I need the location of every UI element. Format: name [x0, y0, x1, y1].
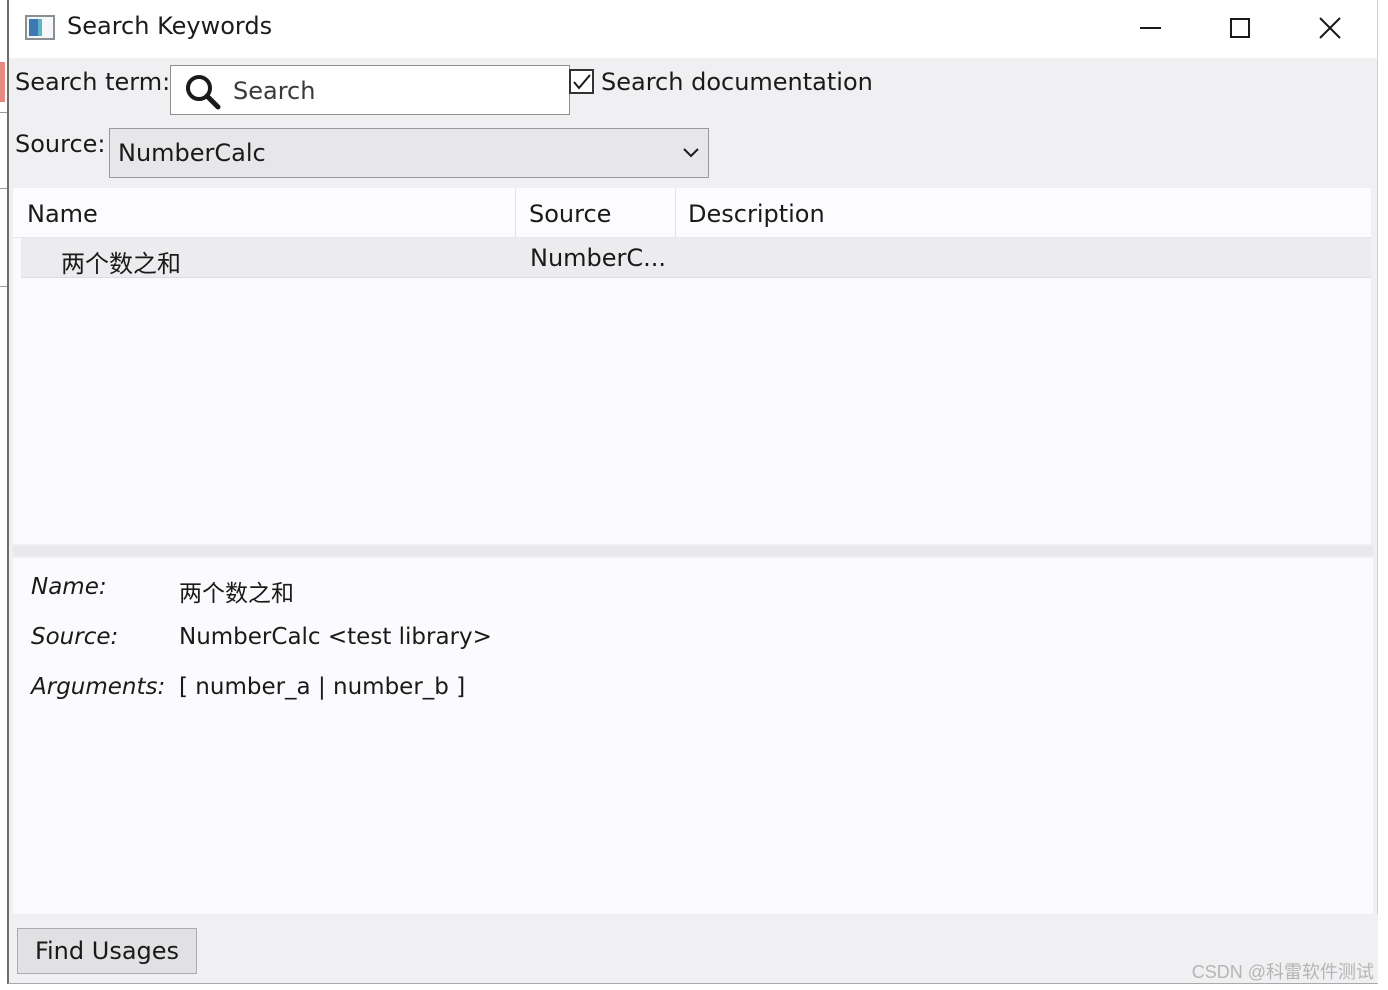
search-input[interactable] — [233, 74, 553, 108]
close-icon — [1319, 17, 1341, 39]
title-bar[interactable]: Search Keywords — [9, 0, 1377, 58]
maximize-icon — [1230, 18, 1250, 38]
window-title: Search Keywords — [67, 12, 273, 40]
search-documentation-checkbox[interactable] — [569, 69, 594, 94]
table-header: Name Source Description — [13, 188, 1371, 238]
source-label: Source: — [15, 130, 106, 158]
background-marker — [0, 62, 5, 102]
app-window-icon — [25, 15, 55, 40]
chevron-down-icon — [683, 148, 699, 158]
background-tick — [0, 188, 7, 189]
details-name-label: Name: — [31, 574, 107, 600]
keyword-details-panel: Name: 两个数之和 Source: NumberCalc <test lib… — [13, 558, 1373, 914]
details-arguments-value: [ number_a | number_b ] — [179, 674, 466, 700]
pane-splitter[interactable] — [13, 546, 1373, 556]
search-icon — [186, 75, 221, 110]
search-field[interactable] — [170, 65, 570, 115]
source-dropdown[interactable]: NumberCalc — [109, 128, 709, 178]
search-keywords-dialog: Search Keywords Search term: Search docu… — [7, 0, 1378, 984]
maximize-button[interactable] — [1195, 0, 1285, 56]
source-dropdown-value: NumberCalc — [118, 139, 266, 167]
row-source-cell: NumberC... — [530, 244, 667, 272]
details-source-value: NumberCalc <test library> — [179, 624, 492, 650]
column-header-name[interactable]: Name — [13, 188, 516, 238]
background-tick — [0, 112, 7, 113]
row-name-cell: 两个数之和 — [61, 250, 181, 278]
column-header-source[interactable]: Source — [516, 188, 676, 238]
watermark-text: CSDN @科雷软件测试 — [1191, 962, 1374, 982]
search-documentation-label[interactable]: Search documentation — [601, 68, 873, 96]
details-source-label: Source: — [31, 624, 119, 650]
table-row[interactable]: 两个数之和 NumberC... — [21, 238, 1371, 278]
footer-bar: Find Usages — [9, 914, 1378, 983]
close-button[interactable] — [1285, 0, 1375, 56]
minimize-button[interactable] — [1105, 0, 1195, 56]
background-tick — [0, 286, 7, 287]
column-header-description[interactable]: Description — [676, 188, 1371, 238]
details-name-value: 两个数之和 — [179, 581, 294, 607]
keywords-table: Name Source Description 两个数之和 NumberC... — [13, 188, 1371, 544]
details-arguments-label: Arguments: — [31, 674, 166, 700]
search-term-label: Search term: — [15, 68, 171, 96]
minimize-icon — [1139, 27, 1161, 29]
find-usages-button[interactable]: Find Usages — [17, 928, 197, 974]
checkmark-icon — [572, 73, 591, 90]
